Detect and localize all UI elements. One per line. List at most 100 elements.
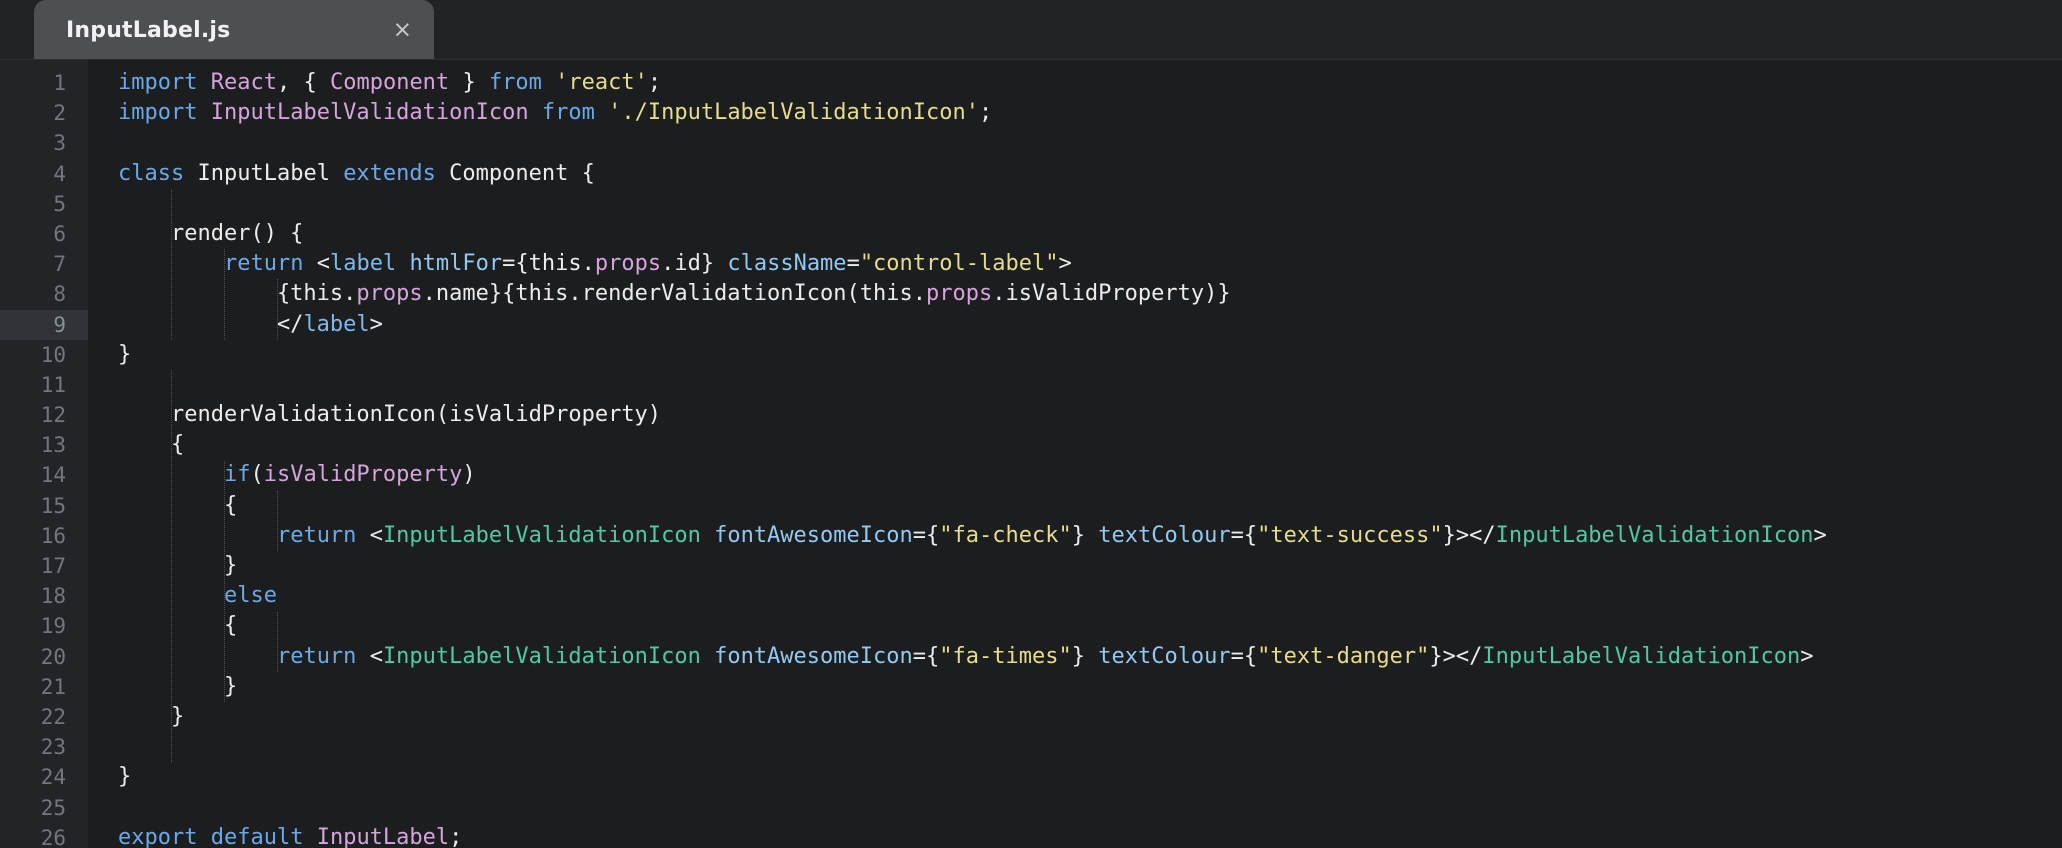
code-token: default xyxy=(210,824,304,848)
code-token: > xyxy=(1800,643,1814,669)
code-line[interactable] xyxy=(118,128,2062,158)
code-token: class xyxy=(118,160,185,186)
code-line[interactable]: export default InputLabel; xyxy=(118,823,2062,848)
code-scroll-area[interactable]: import React, { Component } from 'react'… xyxy=(88,60,2062,848)
line-number: 6 xyxy=(53,221,66,246)
code-token: React xyxy=(210,70,277,95)
code-token: < xyxy=(369,643,383,669)
code-token: export xyxy=(118,824,198,848)
line-number: 14 xyxy=(40,463,66,488)
code-token: Component xyxy=(329,70,450,95)
line-number: 19 xyxy=(40,614,66,639)
code-line[interactable]: class InputLabel extends Component { xyxy=(118,159,2062,189)
code-line[interactable]: } xyxy=(118,551,2062,581)
code-token: { xyxy=(118,432,185,458)
code-token: "fa-check" xyxy=(939,522,1072,548)
code-token: 'react' xyxy=(555,70,648,95)
code-line[interactable]: import React, { Component } from 'react'… xyxy=(118,68,2062,98)
code-token: > xyxy=(1813,522,1827,548)
code-token: InputLabelValidationIcon xyxy=(382,643,701,669)
code-token: InputLabelValidationIcon xyxy=(1482,643,1801,669)
editor-body: 1 2 3 4 5 6 7 8 9 10 11 12 13 14 15 16 17 18 19 20 21 22 23 24 2… xyxy=(0,60,2062,848)
code-line[interactable]: } xyxy=(118,340,2062,370)
code-token: } xyxy=(1071,643,1099,669)
line-number: 25 xyxy=(40,795,66,820)
code-token: </ xyxy=(118,311,304,337)
code-token: .id} xyxy=(661,251,728,277)
code-line[interactable] xyxy=(118,793,2062,823)
code-token: InputLabel xyxy=(197,160,330,186)
code-line[interactable]: renderValidationIcon(isValidProperty) xyxy=(118,400,2062,430)
line-number: 23 xyxy=(40,735,66,760)
editor-window: InputLabel.js × 1 2 3 4 5 6 7 8 9 10 11 12 13 14 15 16 1… xyxy=(0,0,2062,848)
line-number: 16 xyxy=(40,523,66,548)
code-line[interactable]: return <InputLabelValidationIcon fontAwe… xyxy=(118,642,2062,672)
code-line[interactable]: import InputLabelValidationIcon from './… xyxy=(118,98,2062,128)
code-line[interactable]: { xyxy=(118,611,2062,641)
line-number: 13 xyxy=(40,433,66,458)
code-line[interactable]: if(isValidProperty) xyxy=(118,460,2062,490)
code-line[interactable]: </label> xyxy=(118,310,2062,340)
code-token: { xyxy=(118,613,238,639)
code-token: , xyxy=(276,70,291,95)
code-token: } xyxy=(118,341,132,367)
close-icon[interactable]: × xyxy=(347,18,412,42)
code-token: return xyxy=(276,643,357,669)
code-token: InputLabelValidationIcon xyxy=(210,100,529,126)
line-number: 22 xyxy=(40,704,66,729)
line-number: 12 xyxy=(40,403,66,428)
code-token: htmlFor xyxy=(409,251,503,277)
line-number: 7 xyxy=(53,252,66,277)
code-token: if xyxy=(223,462,251,488)
tab-inputlabel-js[interactable]: InputLabel.js × xyxy=(34,0,434,60)
code-token: InputLabelValidationIcon xyxy=(1495,522,1814,548)
code-token: } xyxy=(462,70,476,95)
line-number: 15 xyxy=(40,493,66,518)
code-line[interactable]: return <label htmlFor={this.props.id} cl… xyxy=(118,249,2062,279)
line-number: 1 xyxy=(53,71,66,95)
code-line[interactable] xyxy=(118,189,2062,219)
code-token: return xyxy=(223,251,304,277)
code-token: isValidProperty xyxy=(263,462,463,488)
code-line[interactable]: {this.props.name}{this.renderValidationI… xyxy=(118,279,2062,309)
code-token: extends xyxy=(343,160,436,186)
code-line[interactable]: return <InputLabelValidationIcon fontAwe… xyxy=(118,521,2062,551)
line-number: 4 xyxy=(53,161,66,186)
code-line[interactable]: } xyxy=(118,702,2062,732)
code-line[interactable] xyxy=(118,732,2062,762)
code-token: return xyxy=(276,522,357,548)
line-number: 3 xyxy=(53,131,66,156)
code-line[interactable] xyxy=(118,370,2062,400)
code-token: import xyxy=(118,70,198,95)
code-token: } xyxy=(118,553,238,578)
code-line[interactable]: { xyxy=(118,430,2062,460)
code-line[interactable]: } xyxy=(118,672,2062,702)
code-line[interactable]: } xyxy=(118,762,2062,792)
code-token: else xyxy=(223,583,277,609)
code-token: props xyxy=(356,281,423,307)
code-token: './InputLabelValidationIcon' xyxy=(608,100,979,126)
code-content[interactable]: import React, { Component } from 'react'… xyxy=(88,68,2062,848)
line-number: 11 xyxy=(40,372,66,397)
code-token: < xyxy=(369,522,383,548)
code-line[interactable]: render() { xyxy=(118,219,2062,249)
code-token: import xyxy=(118,100,198,126)
code-line[interactable]: else xyxy=(118,581,2062,611)
code-line[interactable]: { xyxy=(118,491,2062,521)
